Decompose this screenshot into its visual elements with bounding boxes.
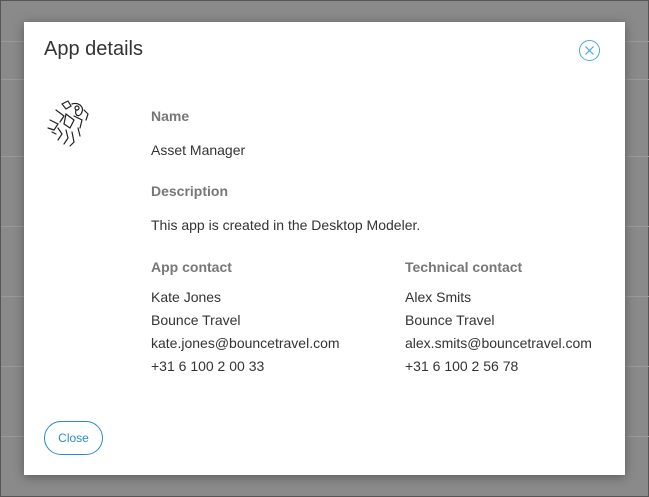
technical-contact-details: Alex Smits Bounce Travel alex.smits@boun… (405, 286, 592, 378)
app-name-value: Asset Manager (151, 142, 246, 158)
app-contact-name: Kate Jones (151, 289, 222, 305)
app-contact-label: App contact (151, 259, 232, 275)
app-contact-phone: +31 6 100 2 00 33 (151, 358, 265, 374)
dialog-title: App details (44, 38, 143, 60)
technical-contact-email: alex.smits@bouncetravel.com (405, 335, 592, 351)
app-contact-email: kate.jones@bouncetravel.com (151, 335, 340, 351)
technical-contact-label: Technical contact (405, 259, 523, 275)
technical-contact-phone: +31 6 100 2 56 78 (405, 358, 519, 374)
app-sketch-logo-icon (44, 98, 92, 150)
name-label: Name (151, 108, 190, 124)
close-button[interactable]: Close (44, 421, 103, 455)
close-icon[interactable] (579, 40, 600, 61)
technical-contact-name: Alex Smits (405, 289, 472, 305)
technical-contact-company: Bounce Travel (405, 312, 495, 328)
app-contact-company: Bounce Travel (151, 312, 241, 328)
description-value: This app is created in the Desktop Model… (151, 217, 421, 233)
app-contact-details: Kate Jones Bounce Travel kate.jones@boun… (151, 286, 340, 378)
app-details-dialog: App details Name Asset Manager Descripti… (24, 22, 625, 475)
description-label: Description (151, 183, 229, 199)
